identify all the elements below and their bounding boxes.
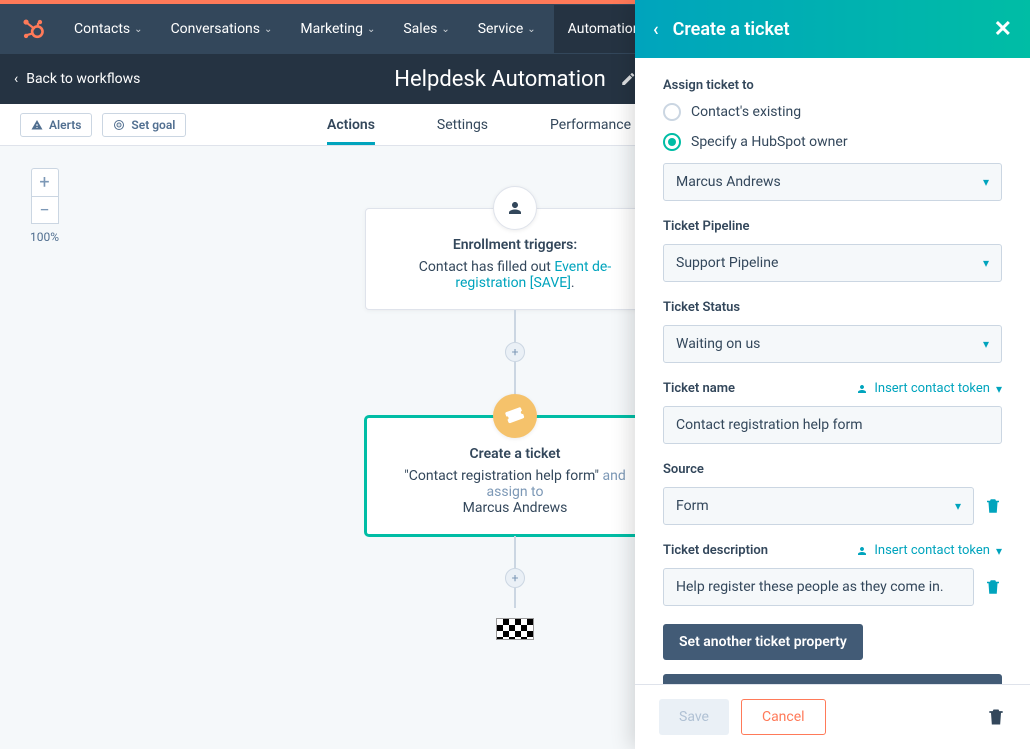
finish-flag (496, 618, 534, 640)
source-select[interactable]: Form▾ (663, 487, 974, 525)
status-label: Ticket Status (663, 300, 1002, 315)
add-step-button[interactable]: + (505, 568, 525, 588)
panel-body: Assign ticket to Contact's existing Spec… (635, 58, 1030, 684)
caret-down-icon: ▾ (996, 382, 1002, 396)
panel-header: ‹ Create a ticket ✕ (635, 0, 1030, 58)
zoom-in-button[interactable]: + (31, 168, 59, 196)
connector (514, 310, 516, 342)
action-title: Create a ticket (470, 446, 561, 462)
chevron-down-icon: ⌄ (367, 24, 375, 35)
person-icon (506, 199, 524, 217)
zoom-control: + − 100% (30, 168, 59, 244)
hubspot-logo[interactable] (20, 16, 46, 42)
trigger-suffix: . (571, 275, 575, 291)
trigger-title: Enrollment triggers: (453, 237, 577, 253)
nav-contacts[interactable]: Contacts⌄ (74, 21, 143, 37)
workflow-flow: Enrollment triggers: Contact has filled … (365, 186, 665, 640)
caret-down-icon: ▾ (996, 544, 1002, 558)
zoom-level: 100% (30, 230, 59, 244)
trigger-text: Contact has filled out (419, 259, 555, 275)
source-label: Source (663, 462, 1002, 477)
chevron-down-icon: ⌄ (264, 24, 272, 35)
nav-sales[interactable]: Sales⌄ (403, 21, 449, 37)
person-icon (856, 545, 868, 557)
action-quoted: "Contact registration help form" (404, 468, 599, 484)
tab-settings[interactable]: Settings (437, 104, 488, 145)
chevron-down-icon: ⌄ (527, 24, 535, 35)
tab-actions[interactable]: Actions (327, 104, 375, 145)
trigger-node-icon (493, 186, 537, 230)
save-button[interactable]: Save (659, 699, 729, 735)
add-step-button[interactable]: + (505, 342, 525, 362)
chevron-left-icon: ‹ (14, 71, 18, 87)
trash-icon[interactable] (984, 497, 1002, 515)
panel-title: Create a ticket (673, 19, 790, 40)
ticket-name-input[interactable]: Contact registration help form (663, 406, 1002, 444)
ticket-name-label: Ticket name (663, 381, 735, 396)
status-select[interactable]: Waiting on us▾ (663, 325, 1002, 363)
action-node-icon (493, 394, 537, 438)
radio-contacts-existing[interactable]: Contact's existing (663, 103, 1002, 121)
target-icon (113, 119, 125, 131)
ticket-icon (505, 406, 525, 426)
caret-down-icon: ▾ (983, 337, 989, 351)
insert-token-link[interactable]: Insert contact token ▾ (856, 543, 1002, 558)
connector (514, 536, 516, 568)
panel-back-button[interactable]: ‹ (653, 19, 659, 40)
panel-close-button[interactable]: ✕ (994, 17, 1012, 42)
pipeline-label: Ticket Pipeline (663, 219, 1002, 234)
person-icon (856, 383, 868, 395)
radio-specify-owner[interactable]: Specify a HubSpot owner (663, 133, 1002, 151)
set-goal-button[interactable]: Set goal (102, 113, 186, 137)
radio-icon (663, 103, 681, 121)
caret-down-icon: ▾ (983, 175, 989, 189)
trash-icon[interactable] (986, 707, 1006, 727)
set-another-property-button[interactable]: Set another ticket property (663, 624, 863, 660)
page-title: Helpdesk Automation (394, 67, 636, 92)
radio-icon (663, 133, 681, 151)
trash-icon[interactable] (984, 578, 1002, 596)
nav-marketing[interactable]: Marketing⌄ (300, 21, 375, 37)
zoom-out-button[interactable]: − (31, 196, 59, 224)
action-assignee: Marcus Andrews (385, 500, 645, 516)
create-ticket-panel: ‹ Create a ticket ✕ Assign ticket to Con… (635, 0, 1030, 749)
nav-service[interactable]: Service⌄ (478, 21, 536, 37)
back-to-workflows[interactable]: ‹ Back to workflows (14, 71, 140, 87)
description-input[interactable]: Help register these people as they come … (663, 568, 974, 606)
edit-icon[interactable] (620, 71, 636, 87)
tab-performance[interactable]: Performance (550, 104, 631, 145)
connector (514, 588, 516, 608)
nav-conversations[interactable]: Conversations⌄ (171, 21, 273, 37)
panel-footer: Save Cancel (635, 684, 1030, 749)
caret-down-icon: ▾ (955, 499, 961, 513)
insert-token-link[interactable]: Insert contact token ▾ (856, 381, 1002, 396)
additional-action-button[interactable] (663, 674, 1002, 684)
assign-label: Assign ticket to (663, 78, 1002, 93)
owner-select[interactable]: Marcus Andrews▾ (663, 163, 1002, 201)
chevron-down-icon: ⌄ (134, 24, 142, 35)
description-label: Ticket description (663, 543, 768, 558)
caret-down-icon: ▾ (983, 256, 989, 270)
chevron-down-icon: ⌄ (441, 24, 449, 35)
cancel-button[interactable]: Cancel (741, 699, 826, 735)
alerts-button[interactable]: Alerts (20, 113, 92, 137)
pipeline-select[interactable]: Support Pipeline▾ (663, 244, 1002, 282)
alert-icon (31, 119, 43, 131)
connector (514, 362, 516, 394)
